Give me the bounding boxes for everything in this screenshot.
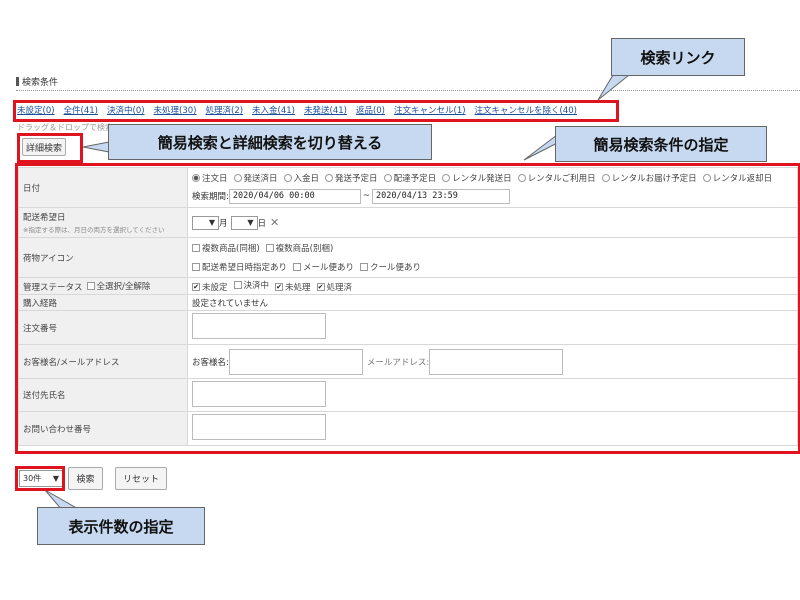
callout-display-count: 表示件数の指定 — [37, 507, 205, 545]
conditions-highlight-box — [15, 163, 800, 454]
count-highlight-box — [15, 466, 65, 491]
search-button[interactable]: 検索 — [68, 467, 103, 490]
callout-search-links: 検索リンク — [611, 38, 745, 76]
reset-button[interactable]: リセット — [115, 467, 167, 490]
callout-simple-conditions: 簡易検索条件の指定 — [555, 126, 767, 162]
callout-toggle-search: 簡易検索と詳細検索を切り替える — [108, 124, 432, 160]
